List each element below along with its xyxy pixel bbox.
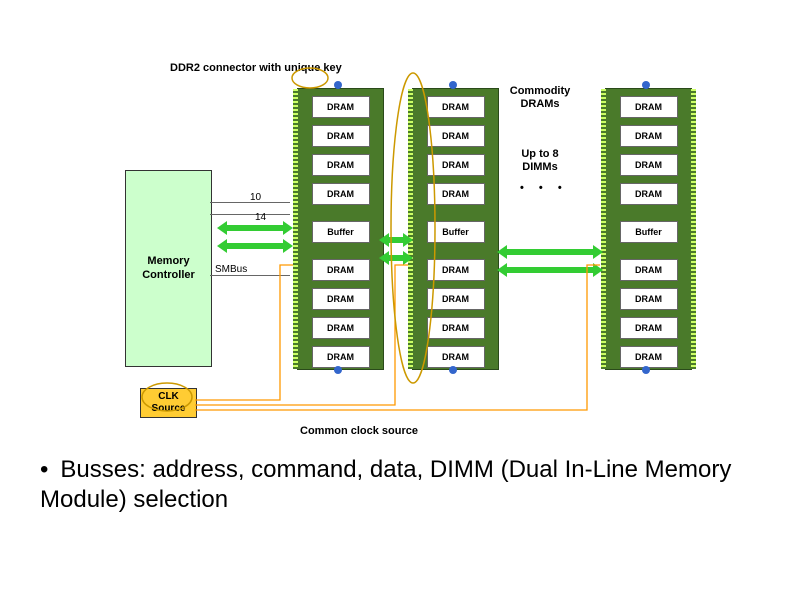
bullet-description: •Busses: address, command, data, DIMM (D… xyxy=(40,455,740,515)
bullet-dot-icon: • xyxy=(40,456,48,483)
memory-architecture-diagram: DDR2 connector with unique key Commodity… xyxy=(0,0,794,445)
common-clock-source-label: Common clock source xyxy=(300,425,418,438)
bullet-text-content: Busses: address, command, data, DIMM (Du… xyxy=(40,456,731,513)
highlight-ellipses xyxy=(0,0,794,445)
